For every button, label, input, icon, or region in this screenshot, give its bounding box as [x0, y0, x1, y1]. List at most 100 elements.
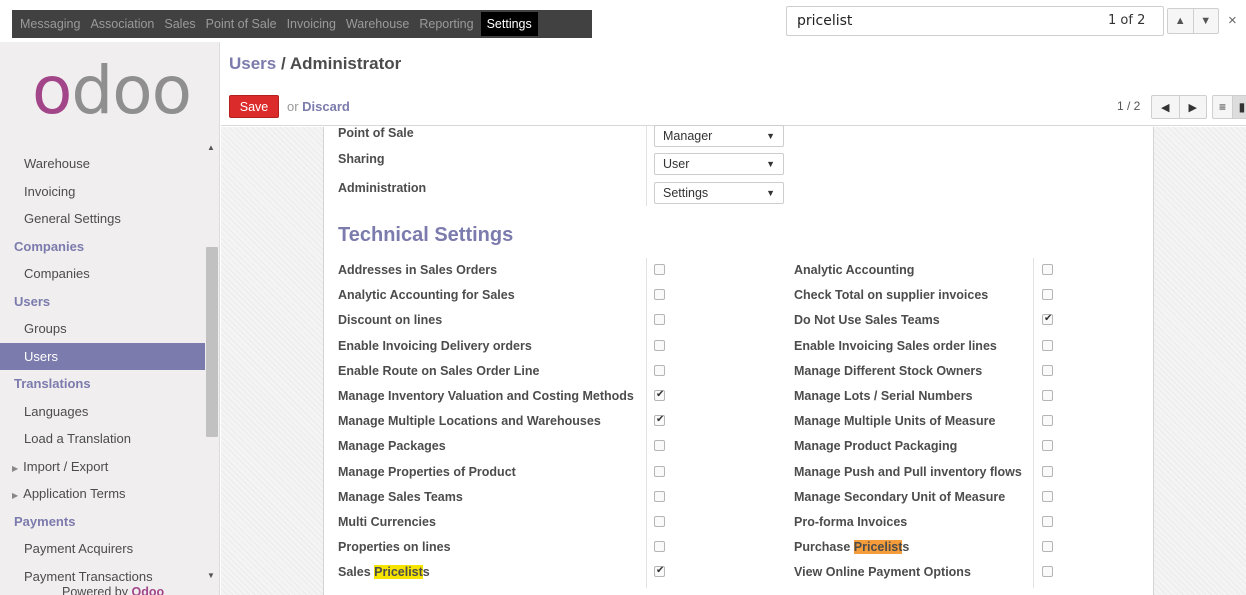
setting-checkbox-analytic-accounting-for-sales[interactable]: [654, 289, 665, 301]
sidebar-item-companies[interactable]: Companies: [0, 260, 205, 288]
setting-checkbox-pro-forma-invoices[interactable]: [1042, 516, 1053, 527]
setting-checkbox-manage-properties-of-product[interactable]: [654, 465, 665, 477]
sidebar-header-payments: Payments: [14, 513, 76, 529]
menu-item-reporting[interactable]: Reporting: [419, 17, 473, 31]
main-menu-bar: Messaging Association Sales Point of Sale In…: [12, 10, 592, 38]
sidebar-item-payment-acquirers[interactable]: Payment Acquirers: [0, 535, 205, 563]
setting-label-manage-lots-serial-numbers: Manage Lots / Serial Numbers: [794, 389, 973, 403]
sidebar-item-general-settings[interactable]: General Settings: [0, 205, 205, 233]
sidebar-item-languages[interactable]: Languages: [0, 398, 205, 426]
menu-item-invoicing[interactable]: Invoicing: [287, 17, 336, 31]
setting-label-suffix: s: [902, 540, 910, 555]
setting-checkbox-addresses-in-sales-orders[interactable]: [654, 264, 665, 275]
access-label-sharing: Sharing: [338, 152, 385, 166]
setting-checkbox-enable-invoicing-delivery-orders[interactable]: [654, 339, 665, 351]
setting-checkbox-multi-currencies[interactable]: [654, 516, 665, 527]
setting-label-check-total-on-supplier-invoices: Check Total on supplier invoices: [794, 288, 989, 303]
setting-checkbox-manage-lots-serial-numbers[interactable]: [1042, 390, 1053, 401]
sidebar-nav: Warehouse Invoicing General Settings Compan…: [0, 150, 205, 590]
find-previous-button[interactable]: ▲: [1168, 9, 1193, 33]
sidebar-item-warehouse[interactable]: Warehouse: [0, 150, 205, 178]
setting-checkbox-manage-different-stock-owners[interactable]: [1042, 364, 1053, 376]
save-button[interactable]: Save: [229, 95, 279, 118]
menu-item-sales[interactable]: Sales: [164, 17, 195, 31]
view-switcher: ≡ ▮: [1212, 95, 1246, 119]
menu-item-point-of-sale[interactable]: Point of Sale: [206, 17, 277, 31]
sidebar-item-invoicing[interactable]: Invoicing: [0, 178, 205, 206]
access-select-point-of-sale[interactable]: Manager ▼: [654, 125, 784, 147]
setting-checkbox-manage-packages[interactable]: [654, 440, 665, 452]
access-label-point-of-sale: Point of Sale: [338, 126, 414, 140]
scroll-up-arrow-icon[interactable]: ▲: [207, 143, 215, 152]
setting-checkbox-check-total-on-supplier-invoices[interactable]: [1042, 289, 1053, 301]
menu-item-warehouse[interactable]: Warehouse: [346, 17, 409, 31]
form-view-button[interactable]: ▮: [1231, 96, 1246, 118]
select-value: Settings: [663, 186, 709, 200]
discard-button[interactable]: Discard: [302, 99, 350, 114]
menu-item-association[interactable]: Association: [90, 17, 154, 31]
setting-label-suffix: s: [422, 565, 430, 580]
breadcrumb: Users / Administrator: [229, 54, 402, 73]
checkmark-icon: ✔: [656, 414, 665, 426]
find-match-count: 1 of 2: [1108, 13, 1146, 28]
setting-label-discount-on-lines: Discount on lines: [338, 313, 443, 328]
list-view-button[interactable]: ≡: [1213, 96, 1232, 118]
sidebar-item-application-terms[interactable]: ▶ Application Terms: [0, 480, 205, 508]
setting-label-multi-currencies: Multi Currencies: [338, 515, 436, 529]
setting-checkbox-purchase-pricelists[interactable]: [1042, 541, 1053, 553]
setting-checkbox-manage-inventory-valuation-and-costing-methods[interactable]: ✔: [654, 389, 665, 401]
setting-checkbox-sales-pricelists[interactable]: ✔: [654, 565, 665, 578]
pager-buttons: ◀ ▶: [1151, 95, 1207, 119]
technical-divider-left: [646, 258, 647, 588]
powered-by-odoo-link[interactable]: Odoo: [131, 585, 164, 595]
setting-checkbox-manage-multiple-locations-and-warehouses[interactable]: ✔: [654, 414, 665, 427]
setting-label-enable-invoicing-delivery-orders: Enable Invoicing Delivery orders: [338, 338, 532, 353]
pager-next-button[interactable]: ▶: [1178, 96, 1207, 118]
breadcrumb-users-link[interactable]: Users: [229, 54, 276, 73]
setting-label-manage-secondary-unit-of-measure: Manage Secondary Unit of Measure: [794, 489, 1006, 504]
access-select-administration[interactable]: Settings ▼: [654, 182, 784, 204]
access-select-sharing[interactable]: User ▼: [654, 153, 784, 175]
find-bar: 1 of 2 ▲ ▼ ×: [786, 6, 1246, 36]
sidebar-scroll-thumb[interactable]: [206, 247, 218, 437]
sidebar-item-groups[interactable]: Groups: [0, 315, 205, 343]
setting-checkbox-manage-multiple-units-of-measure[interactable]: [1042, 415, 1053, 427]
setting-label-addresses-in-sales-orders: Addresses in Sales Orders: [338, 263, 498, 277]
sidebar-item-users[interactable]: Users: [0, 342, 205, 370]
setting-checkbox-view-online-payment-options[interactable]: [1042, 566, 1053, 578]
sidebar-item-load-a-translation[interactable]: Load a Translation: [0, 425, 205, 453]
select-value: Manager: [663, 129, 713, 143]
pager-counter: 1 / 2: [1117, 99, 1141, 113]
setting-checkbox-do-not-use-sales-teams[interactable]: ✔: [1042, 313, 1053, 326]
powered-by: Powered by Odoo: [62, 585, 164, 595]
pager-previous-button[interactable]: ◀: [1152, 96, 1179, 118]
setting-checkbox-manage-sales-teams[interactable]: [654, 490, 665, 502]
scroll-down-arrow-icon[interactable]: ▼: [207, 571, 215, 580]
setting-label-text: Purchase: [794, 540, 854, 555]
setting-checkbox-discount-on-lines[interactable]: [654, 314, 665, 326]
setting-label-text: Sales: [338, 565, 375, 580]
checkmark-icon: ✔: [656, 565, 665, 577]
setting-label-manage-packages: Manage Packages: [338, 439, 446, 454]
setting-checkbox-properties-on-lines[interactable]: [654, 541, 665, 553]
setting-label-manage-different-stock-owners: Manage Different Stock Owners: [794, 363, 983, 378]
odoo-logo[interactable]: odoo: [32, 58, 192, 124]
sidebar-item-label: Import / Export: [23, 458, 109, 474]
setting-label-manage-multiple-units-of-measure: Manage Multiple Units of Measure: [794, 414, 996, 429]
setting-checkbox-manage-push-and-pull-inventory-flows[interactable]: [1042, 465, 1053, 477]
setting-checkbox-analytic-accounting[interactable]: [1042, 264, 1053, 275]
setting-checkbox-manage-secondary-unit-of-measure[interactable]: [1042, 490, 1053, 502]
find-next-button[interactable]: ▼: [1192, 9, 1219, 33]
setting-label-manage-properties-of-product: Manage Properties of Product: [338, 464, 516, 479]
find-close-button[interactable]: ×: [1228, 12, 1237, 29]
checkmark-icon: ✔: [656, 389, 665, 400]
arrow-right-icon: ▶: [1188, 101, 1197, 114]
setting-checkbox-manage-product-packaging[interactable]: [1042, 440, 1053, 452]
find-nav-buttons: ▲ ▼: [1167, 8, 1219, 34]
setting-checkbox-enable-invoicing-sales-order-lines[interactable]: [1042, 339, 1053, 351]
arrow-left-icon: ◀: [1161, 101, 1170, 114]
sidebar-item-import-export[interactable]: ▶ Import / Export: [0, 453, 205, 481]
menu-item-settings[interactable]: Settings: [480, 12, 538, 36]
menu-item-messaging[interactable]: Messaging: [20, 17, 80, 31]
setting-checkbox-enable-route-on-sales-order-line[interactable]: [654, 364, 665, 376]
